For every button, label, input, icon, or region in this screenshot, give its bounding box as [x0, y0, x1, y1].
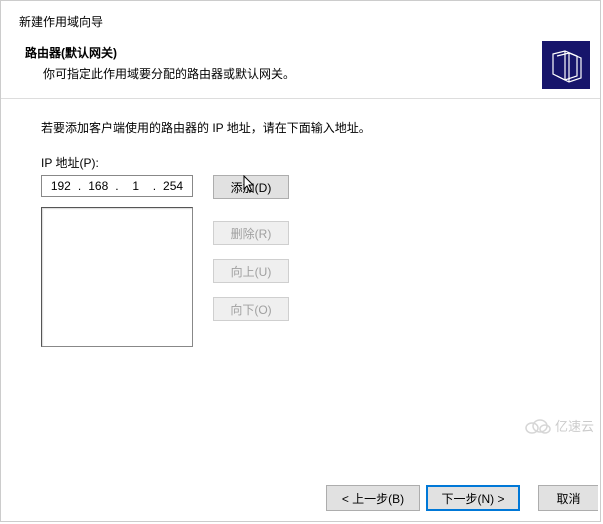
ip-entry-row: 192 . 168 . 1 . 254 添加(D) 删除(R) 向上(U) 向下…: [41, 175, 560, 347]
section-description: 你可指定此作用域要分配的路由器或默认网关。: [43, 65, 582, 82]
cancel-button[interactable]: 取消: [538, 485, 598, 511]
ip-octet-3[interactable]: 1: [122, 179, 150, 193]
instruction-text: 若要添加客户端使用的路由器的 IP 地址，请在下面输入地址。: [41, 119, 560, 136]
ip-address-list[interactable]: [41, 207, 193, 347]
ip-dot: .: [151, 179, 157, 193]
header-icon: [542, 41, 590, 89]
ip-button-column: 添加(D) 删除(R) 向上(U) 向下(O): [213, 175, 289, 335]
wizard-header: 新建作用域向导 路由器(默认网关) 你可指定此作用域要分配的路由器或默认网关。: [1, 1, 600, 99]
wizard-dialog: 新建作用域向导 路由器(默认网关) 你可指定此作用域要分配的路由器或默认网关。 …: [0, 0, 601, 522]
back-button[interactable]: < 上一步(B): [326, 485, 420, 511]
move-down-button: 向下(O): [213, 297, 289, 321]
ip-dot: .: [114, 179, 120, 193]
wizard-footer: < 上一步(B) 下一步(N) > 取消: [1, 485, 600, 511]
ip-address-label: IP 地址(P):: [41, 154, 560, 171]
move-up-button: 向上(U): [213, 259, 289, 283]
ip-dot: .: [77, 179, 83, 193]
watermark-text: 亿速云: [555, 416, 594, 435]
remove-button: 删除(R): [213, 221, 289, 245]
next-button[interactable]: 下一步(N) >: [426, 485, 520, 511]
ip-column: 192 . 168 . 1 . 254: [41, 175, 193, 347]
watermark: 亿速云: [525, 416, 594, 435]
content-area: 若要添加客户端使用的路由器的 IP 地址，请在下面输入地址。 IP 地址(P):…: [1, 99, 600, 347]
section-heading: 路由器(默认网关): [25, 44, 582, 61]
ip-octet-1[interactable]: 192: [47, 179, 75, 193]
wizard-title: 新建作用域向导: [19, 13, 582, 30]
ip-address-input[interactable]: 192 . 168 . 1 . 254: [41, 175, 193, 197]
add-button[interactable]: 添加(D): [213, 175, 289, 199]
ip-octet-2[interactable]: 168: [84, 179, 112, 193]
ip-octet-4[interactable]: 254: [159, 179, 187, 193]
